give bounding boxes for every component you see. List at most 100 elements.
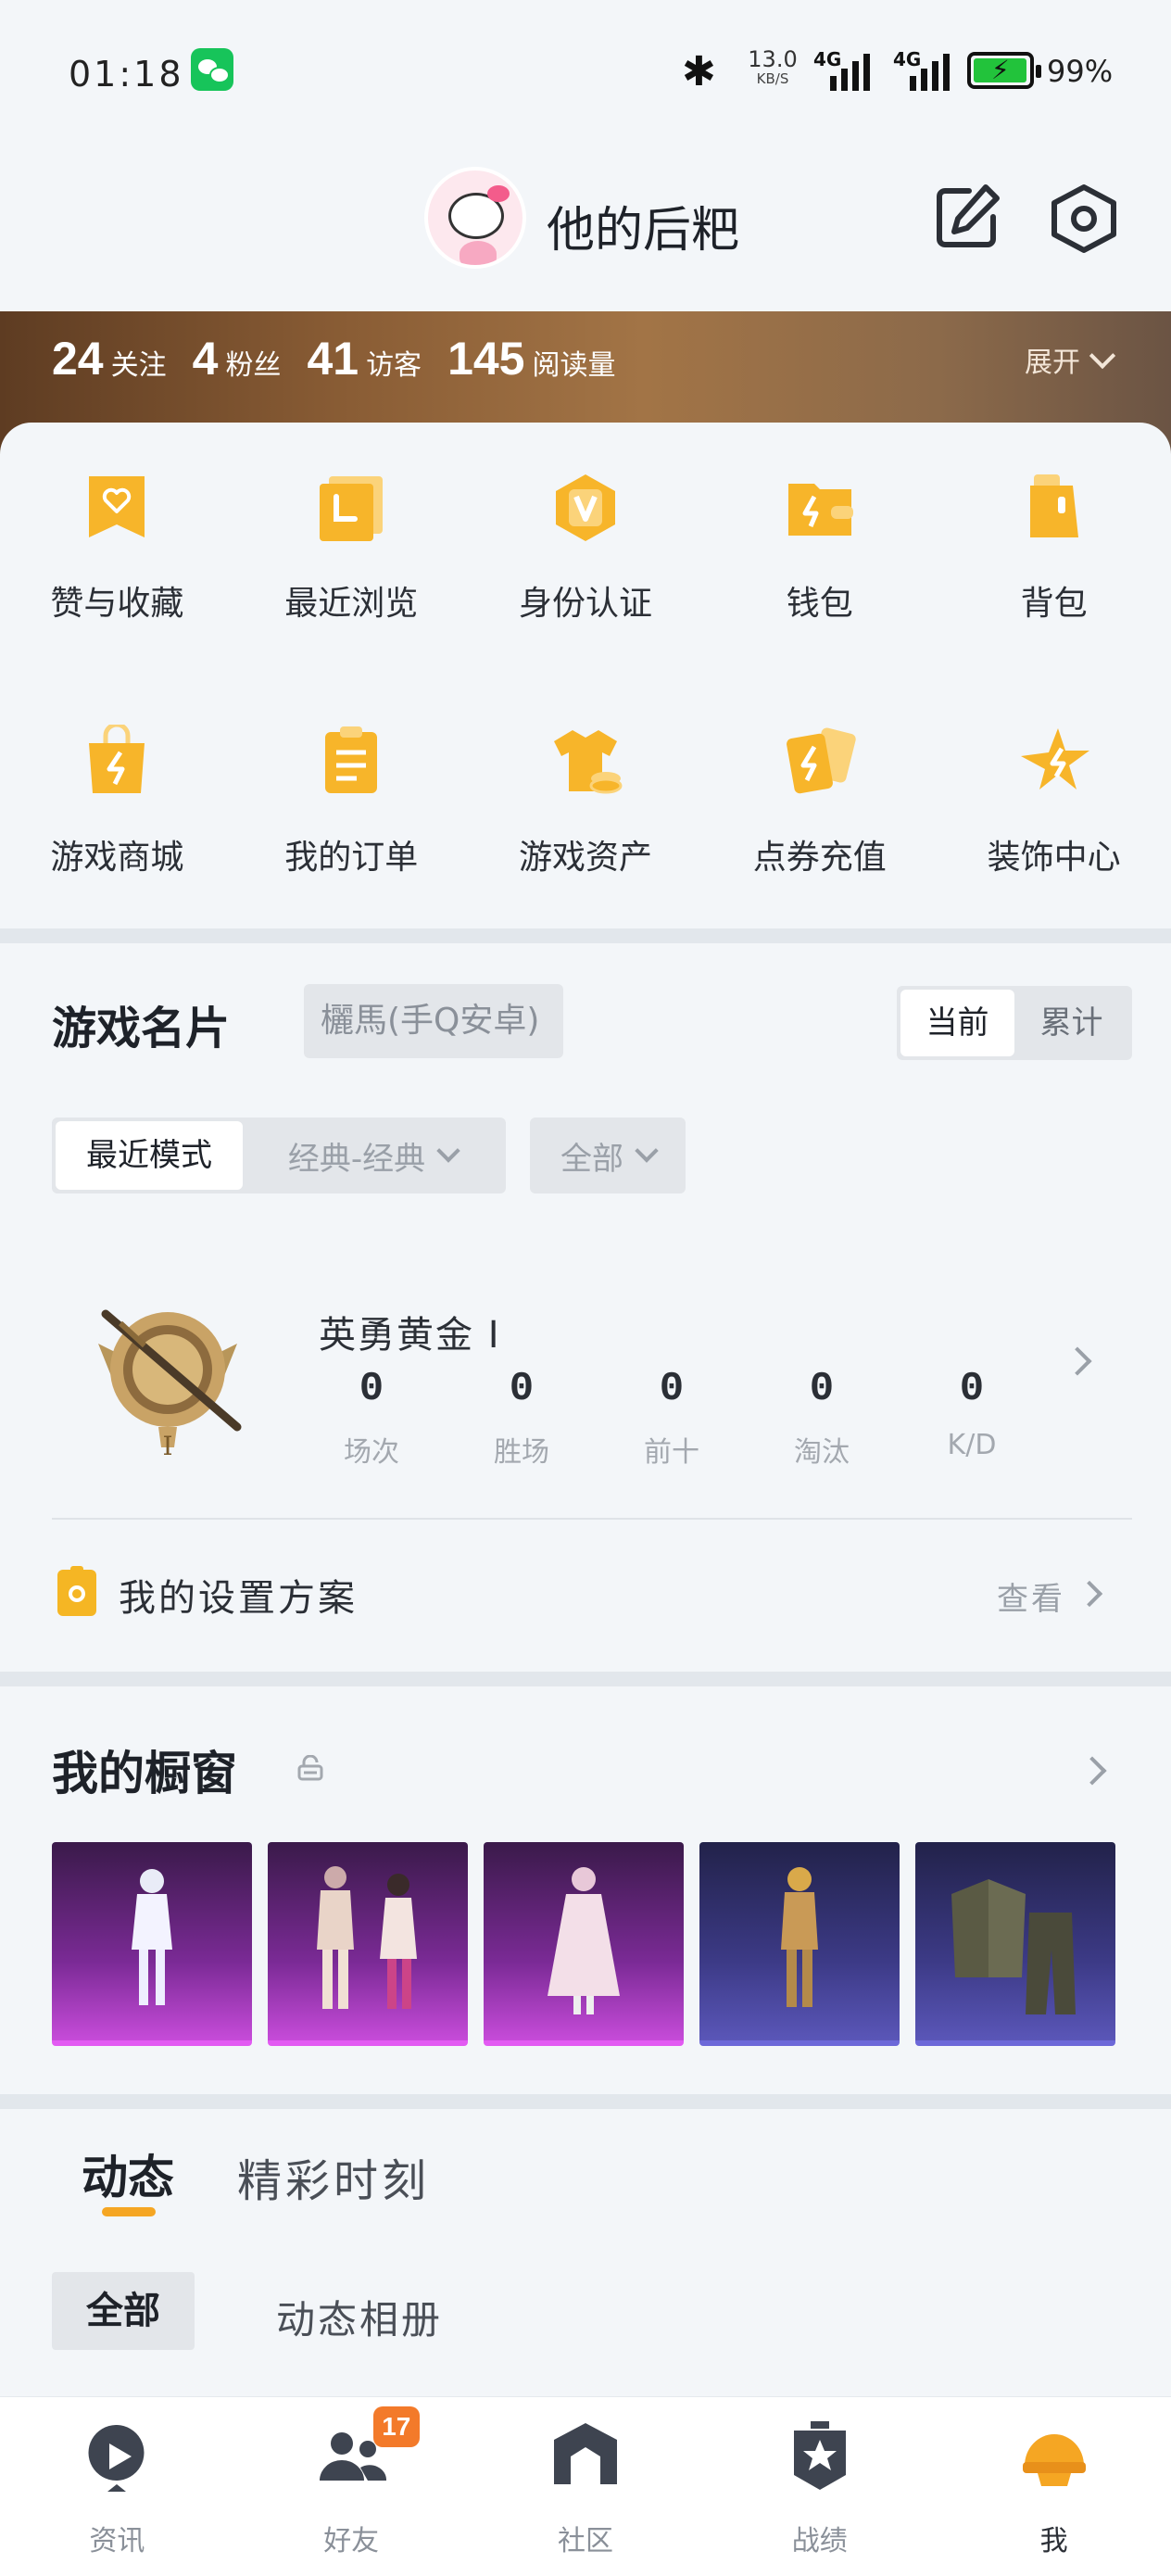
decoration-star-icon <box>1020 728 1089 789</box>
chevron-right-icon[interactable] <box>1077 1756 1107 1786</box>
stat-value: 4 <box>192 333 219 385</box>
showcase-item-outfit[interactable] <box>52 1842 252 2046</box>
settings-plan-label[interactable]: 我的设置方案 <box>119 1568 358 1622</box>
signal-2-label: 4G <box>893 48 922 70</box>
settings-button[interactable] <box>1049 183 1119 254</box>
showcase-item-outfit[interactable] <box>268 1842 468 2046</box>
edit-profile-button[interactable] <box>932 182 1002 252</box>
rank-stat-label: K/D <box>947 1429 997 1461</box>
showcase-item-outfit[interactable] <box>699 1842 900 2046</box>
friends-badge: 17 <box>372 2406 420 2447</box>
menu-item-my-orders[interactable]: 我的订单 <box>234 725 469 938</box>
showcase-item-outfit[interactable] <box>484 1842 684 2046</box>
stat-value: 41 <box>307 333 359 385</box>
verified-v-icon <box>555 474 615 541</box>
chevron-right-icon[interactable] <box>1076 1580 1103 1608</box>
menu-item-decoration-center[interactable]: 装饰中心 <box>937 725 1171 938</box>
stat-fans[interactable]: 4 粉丝 <box>193 332 282 385</box>
stat-label: 阅读量 <box>532 349 616 382</box>
community-icon <box>553 2423 617 2484</box>
filter-all-label: 全部 <box>560 1140 623 1178</box>
menu-label: 装饰中心 <box>987 839 1121 877</box>
lock-icon[interactable] <box>296 1755 324 1781</box>
rank-stat-value: 0 <box>959 1366 985 1412</box>
backpack-icon <box>1029 474 1078 537</box>
rank-stat-kills: 0 淘汰 <box>747 1366 897 1470</box>
bluetooth-icon: ✱ <box>682 48 716 95</box>
menu-label: 游戏商城 <box>50 839 184 877</box>
wechat-notification-icon <box>191 48 233 91</box>
recent-folder-icon <box>320 476 384 541</box>
toggle-current[interactable]: 当前 <box>900 990 1014 1056</box>
menu-label: 钱包 <box>786 585 853 623</box>
menu-item-coupon-recharge[interactable]: 点券充值 <box>702 725 937 938</box>
nav-records[interactable]: 战绩 <box>702 2397 937 2576</box>
menu-label: 背包 <box>1020 585 1088 623</box>
expand-button[interactable]: 展开 <box>1025 339 1116 380</box>
profile-header: 他的后粑 <box>0 139 1171 311</box>
nav-label: 社区 <box>557 2525 613 2557</box>
wallet-icon <box>787 484 853 536</box>
stat-visitors[interactable]: 41 访客 <box>307 332 422 385</box>
subtab-all[interactable]: 全部 <box>52 2272 195 2350</box>
network-speed-unit: KB/S <box>756 70 789 87</box>
rank-gold-emblem-icon[interactable]: I <box>80 1288 256 1464</box>
avatar[interactable] <box>424 167 526 269</box>
nav-me[interactable]: 我 <box>937 2397 1171 2576</box>
filter-classic-label: 经典-经典 <box>287 1140 426 1178</box>
stat-following[interactable]: 24 关注 <box>52 332 167 385</box>
news-play-icon <box>88 2425 145 2492</box>
rank-stat-label: 淘汰 <box>794 1436 850 1469</box>
menu-item-recent[interactable]: 最近浏览 <box>234 471 469 725</box>
rank-stat-label: 胜场 <box>494 1436 549 1469</box>
filter-all-dropdown[interactable]: 全部 <box>530 1118 686 1193</box>
filter-classic-dropdown[interactable]: 经典-经典 <box>243 1121 502 1190</box>
rank-stat-top10: 0 前十 <box>597 1366 747 1470</box>
section-divider <box>0 1672 1171 1686</box>
tab-dynamic[interactable]: 动态 <box>82 2140 174 2207</box>
signal-2-icon: 4G <box>893 48 963 93</box>
game-card-title: 游戏名片 <box>52 1003 231 1054</box>
rank-stat-value: 0 <box>359 1366 384 1412</box>
settings-plan-view-link[interactable]: 查看 <box>997 1573 1065 1619</box>
menu-item-identity[interactable]: 身份认证 <box>469 471 703 725</box>
showcase-item-outfit[interactable] <box>915 1842 1115 2046</box>
subtab-album[interactable]: 动态相册 <box>276 2289 443 2345</box>
filter-recent-mode[interactable]: 最近模式 <box>56 1121 243 1190</box>
signal-1-label: 4G <box>813 48 842 70</box>
menu-item-likes-favorites[interactable]: 赞与收藏 <box>0 471 234 725</box>
nav-label: 好友 <box>323 2525 380 2557</box>
shop-bag-icon <box>89 725 145 793</box>
stat-reads[interactable]: 145 阅读量 <box>447 332 615 385</box>
chevron-right-icon[interactable] <box>1063 1346 1092 1376</box>
chevron-down-icon <box>635 1139 659 1163</box>
me-helmet-icon <box>1022 2434 1086 2486</box>
toggle-total[interactable]: 累计 <box>1014 990 1128 1056</box>
rank-stat-matches: 0 场次 <box>296 1366 447 1470</box>
nav-friends[interactable]: 17 好友 <box>234 2397 469 2576</box>
nav-news[interactable]: 资讯 <box>0 2397 234 2576</box>
record-badge-icon <box>793 2421 846 2490</box>
game-assets-icon <box>553 730 623 794</box>
menu-item-wallet[interactable]: 钱包 <box>702 471 937 725</box>
tab-highlights[interactable]: 精彩时刻 <box>237 2144 430 2209</box>
stat-label: 关注 <box>110 349 167 382</box>
section-divider <box>0 2094 1171 2109</box>
order-list-icon <box>325 726 378 793</box>
edit-icon <box>937 184 1000 247</box>
menu-item-game-assets[interactable]: 游戏资产 <box>469 725 703 938</box>
menu-label: 点券充值 <box>752 839 887 877</box>
game-nickname-tag[interactable]: 欐馬(手Q安卓) <box>304 984 563 1058</box>
menu-item-game-shop[interactable]: 游戏商城 <box>0 725 234 938</box>
username[interactable]: 他的后粑 <box>547 191 739 260</box>
settings-plan-icon <box>57 1566 96 1616</box>
network-speed: 13.0 KB/S <box>745 48 800 86</box>
stat-label: 访客 <box>366 349 422 382</box>
rank-stat-label: 前十 <box>644 1436 699 1469</box>
nav-community[interactable]: 社区 <box>469 2397 703 2576</box>
signal-1-icon: 4G <box>813 48 884 93</box>
stats-range-toggle: 当前 累计 <box>897 986 1132 1060</box>
rank-stat-value: 0 <box>809 1366 835 1412</box>
showcase-section: 我的橱窗 <box>0 1686 1171 2094</box>
menu-item-backpack[interactable]: 背包 <box>937 471 1171 725</box>
